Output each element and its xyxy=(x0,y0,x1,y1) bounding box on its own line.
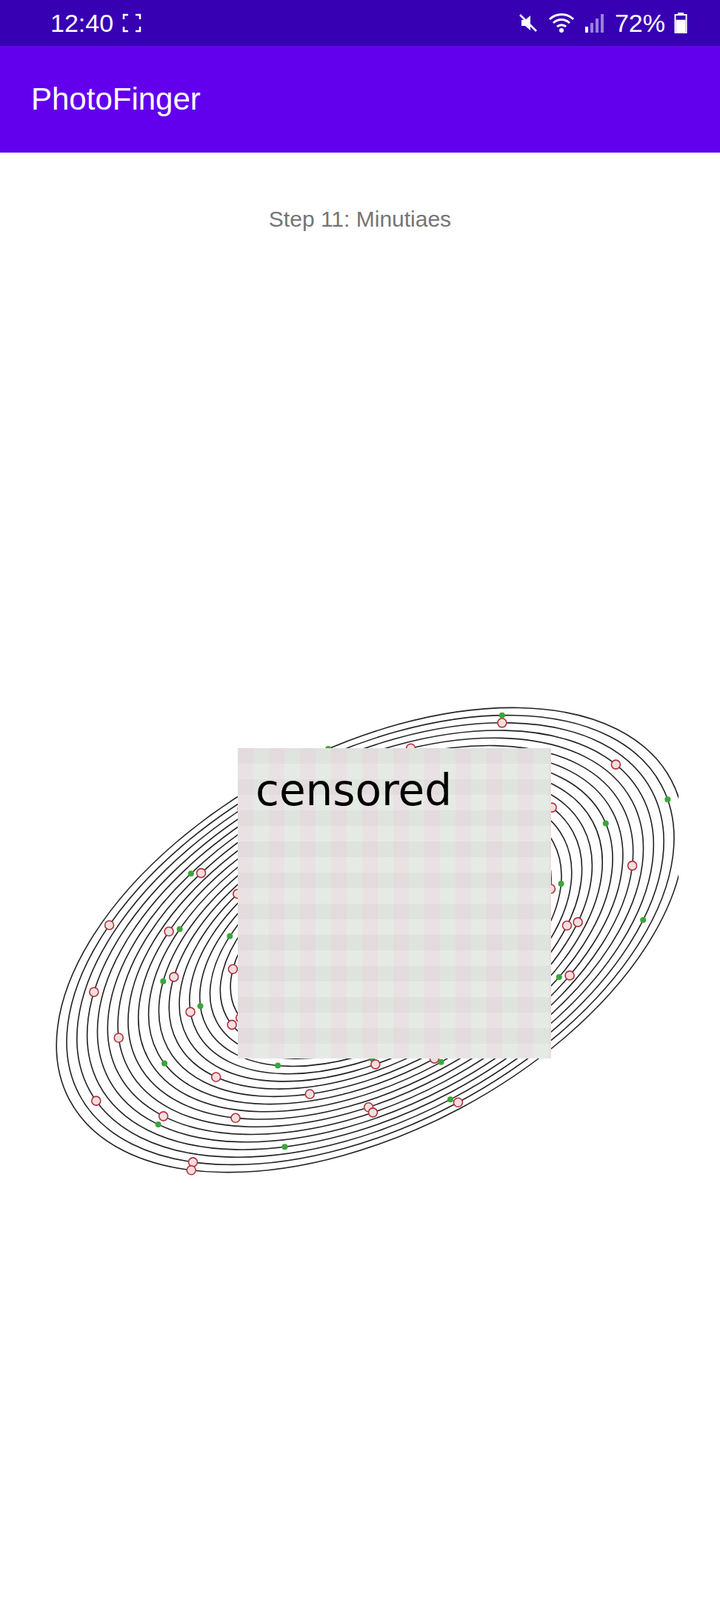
app-title: PhotoFinger xyxy=(31,81,201,118)
censor-overlay: censored xyxy=(237,748,552,1059)
wifi-icon xyxy=(548,11,575,35)
status-bar: 12:40 72% xyxy=(0,0,720,46)
status-time: 12:40 xyxy=(50,8,114,38)
censor-label: censored xyxy=(255,765,452,816)
mute-icon xyxy=(517,11,540,35)
signal-icon xyxy=(583,11,606,35)
screen-record-icon xyxy=(122,13,142,33)
content: Step 11: Minutiaes censored xyxy=(0,152,720,1237)
step-label: Step 11: Minutiaes xyxy=(268,205,452,233)
app-screen: 12:40 72% PhotoFinger Step 11: Minutiaes cen… xyxy=(0,0,720,1600)
battery-percent: 72% xyxy=(614,8,666,38)
app-bar: PhotoFinger xyxy=(0,45,720,153)
battery-icon xyxy=(674,11,688,35)
image-frame: censored xyxy=(0,643,679,1237)
